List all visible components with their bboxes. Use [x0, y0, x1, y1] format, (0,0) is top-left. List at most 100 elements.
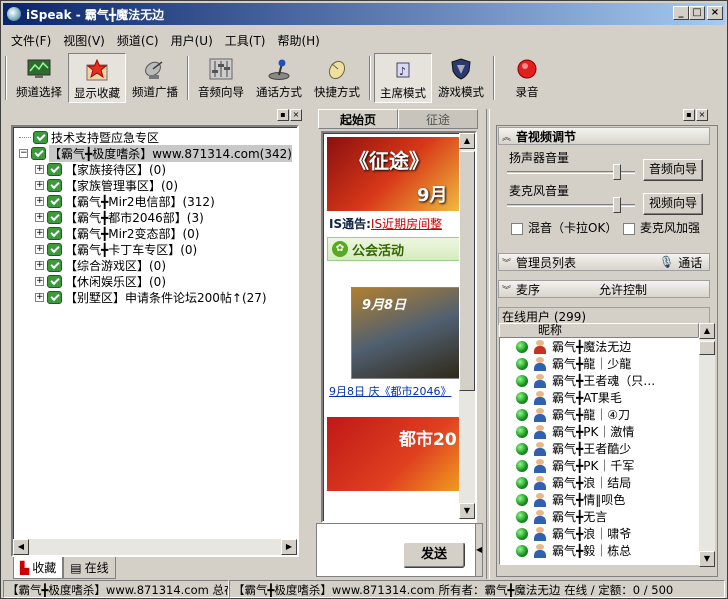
- promo-image[interactable]: 都市20: [327, 417, 463, 491]
- scroll-right-button[interactable]: ▶: [281, 539, 297, 555]
- av-settings-header[interactable]: ︽ 音视频调节: [498, 127, 710, 145]
- minimize-button[interactable]: _: [673, 6, 689, 20]
- expand-toggle[interactable]: ◀: [475, 523, 483, 577]
- menu-help[interactable]: 帮助(H): [271, 32, 325, 49]
- expand-icon[interactable]: +: [35, 228, 44, 238]
- scroll-thumb[interactable]: [459, 151, 475, 391]
- web-vertical-scrollbar[interactable]: ▲ ▼: [459, 133, 475, 519]
- online-status-icon: [516, 544, 528, 557]
- tree-horizontal-scrollbar[interactable]: ◀ ▶: [13, 539, 297, 555]
- tree-root-item[interactable]: 技术支持暨应急专区: [19, 129, 159, 145]
- close-button[interactable]: ×: [707, 6, 723, 20]
- tab-home[interactable]: 起始页: [318, 109, 398, 129]
- tab-online[interactable]: ▤ 在线: [63, 557, 116, 579]
- scroll-left-button[interactable]: ◀: [13, 539, 29, 555]
- shortcut-mode-button[interactable]: 快捷方式: [308, 53, 366, 103]
- host-mode-button[interactable]: ♪ 主席模式: [374, 53, 432, 103]
- event-image[interactable]: 9月8日: [351, 287, 461, 379]
- panel-close-button[interactable]: ×: [696, 109, 708, 121]
- menu-tools[interactable]: 工具(T): [219, 32, 272, 49]
- tree-main-channel[interactable]: − 【霸气╋极度嗜杀】www.871314.com(342): [19, 144, 292, 162]
- user-row[interactable]: 霸气╋PK｜千军: [500, 457, 698, 474]
- scroll-down-button[interactable]: ▼: [459, 503, 475, 519]
- event-link[interactable]: 9月8日 庆《都市2046》: [329, 383, 452, 399]
- expand-icon[interactable]: +: [35, 276, 44, 286]
- scroll-up-button[interactable]: ▲: [459, 133, 475, 149]
- channel-select-button[interactable]: 频道选择: [10, 53, 68, 103]
- show-favorites-button[interactable]: 显示收藏: [68, 53, 126, 103]
- allow-control-toggle[interactable]: 允许控制: [599, 281, 647, 298]
- scroll-up-button[interactable]: ▲: [699, 323, 715, 339]
- tree-channel-item[interactable]: + 【家族接待区】(0): [35, 161, 166, 177]
- web-panel: 起始页 征途 《征途》 9月 IS通告:IS近期房间整 ✿ 公会活动 9月8日: [316, 109, 482, 577]
- user-row[interactable]: 霸气╋龍｜少龍: [500, 355, 698, 372]
- user-row[interactable]: 霸气╋情‖呗色: [500, 491, 698, 508]
- splitter[interactable]: [486, 109, 490, 579]
- message-input[interactable]: 发送: [316, 523, 482, 577]
- banner-image[interactable]: 《征途》 9月: [327, 137, 463, 211]
- menu-user[interactable]: 用户(U): [165, 32, 219, 49]
- send-button[interactable]: 发送: [403, 542, 465, 568]
- talk-mode-button[interactable]: 通话方式: [250, 53, 308, 103]
- mic-boost-checkbox[interactable]: 麦克风加强: [623, 219, 700, 236]
- menu-view[interactable]: 视图(V): [57, 32, 111, 49]
- expand-icon[interactable]: +: [35, 196, 44, 206]
- user-row[interactable]: 霸气╋毅｜栋总: [500, 542, 698, 559]
- panel-pin-button[interactable]: ▪: [683, 109, 695, 121]
- expand-icon[interactable]: +: [35, 244, 44, 254]
- user-row[interactable]: 霸气╋魔法无边: [500, 338, 698, 355]
- expand-icon[interactable]: +: [35, 260, 44, 270]
- audio-wizard-button[interactable]: 音频向导: [192, 53, 250, 103]
- speaker-volume-slider[interactable]: [507, 164, 635, 180]
- user-row[interactable]: 霸气╋浪｜结局: [500, 474, 698, 491]
- record-button[interactable]: 录音: [498, 53, 556, 103]
- tree-channel-item[interactable]: + 【霸气╋卡丁车专区】(0): [35, 241, 197, 257]
- menu-file[interactable]: 文件(F): [5, 32, 57, 49]
- game-mode-button[interactable]: 游戏模式: [432, 53, 490, 103]
- tree-channel-item[interactable]: + 【家族管理事区】(0): [35, 177, 178, 193]
- slider-thumb[interactable]: [612, 164, 621, 180]
- panel-close-button[interactable]: ×: [290, 109, 302, 121]
- karaoke-mix-checkbox[interactable]: 混音（卡拉OK）: [511, 219, 617, 236]
- mic-volume-slider[interactable]: [507, 197, 635, 213]
- scroll-thumb[interactable]: [699, 341, 715, 355]
- menu-channel[interactable]: 频道(C): [111, 32, 165, 49]
- tab-journey[interactable]: 征途: [398, 109, 478, 129]
- userlist-vertical-scrollbar[interactable]: ▲ ▼: [699, 323, 715, 567]
- user-row[interactable]: 霸气╋王者魂（只…: [500, 372, 698, 389]
- video-wizard-button[interactable]: 视频向导: [643, 193, 703, 215]
- panel-pin-button[interactable]: ▪: [277, 109, 289, 121]
- collapse-icon[interactable]: −: [19, 148, 28, 158]
- channel-icon: [47, 258, 62, 272]
- channel-broadcast-button[interactable]: 频道广播: [126, 53, 184, 103]
- tree-channel-item[interactable]: + 【霸气╋Mir2电信部】(312): [35, 193, 215, 209]
- tree-channel-item[interactable]: + 【霸气╋都市2046部】(3): [35, 209, 204, 225]
- user-row[interactable]: 霸气╋王者酷少: [500, 440, 698, 457]
- nickname-column-header[interactable]: 昵称: [499, 323, 699, 338]
- tree-channel-item[interactable]: + 【别墅区】申请条件论坛200帖↑(27): [35, 289, 267, 305]
- expand-icon[interactable]: +: [35, 212, 44, 222]
- user-avatar-icon: [532, 492, 548, 507]
- maximize-button[interactable]: □: [689, 6, 705, 20]
- user-row[interactable]: 霸气╋浪｜啸爷: [500, 525, 698, 542]
- expand-icon[interactable]: +: [35, 164, 44, 174]
- tree-channel-item[interactable]: + 【休闲娱乐区】(0): [35, 273, 166, 289]
- svg-text:♪: ♪: [399, 65, 406, 78]
- call-toggle[interactable]: 🎙 通话: [659, 254, 702, 271]
- user-row[interactable]: 霸气╋PK｜激情: [500, 423, 698, 440]
- user-row[interactable]: 霸气╋AT果毛: [500, 389, 698, 406]
- slider-thumb[interactable]: [612, 197, 621, 213]
- tree-channel-item[interactable]: + 【综合游戏区】(0): [35, 257, 166, 273]
- user-row[interactable]: 霸气╋龍｜④刀: [500, 406, 698, 423]
- tab-favorites[interactable]: ▙ 收藏: [13, 557, 64, 579]
- expand-icon[interactable]: +: [35, 292, 44, 302]
- notice-link[interactable]: IS近期房间整: [371, 217, 442, 231]
- admin-list-header[interactable]: ︾ 管理员列表 🎙 通话: [498, 253, 710, 271]
- channel-icon: [47, 242, 62, 256]
- user-row[interactable]: 霸气╋无言: [500, 508, 698, 525]
- expand-icon[interactable]: +: [35, 180, 44, 190]
- tree-channel-item[interactable]: + 【霸气╋Mir2变态部】(0): [35, 225, 199, 241]
- audio-wizard-button-right[interactable]: 音频向导: [643, 159, 703, 181]
- scroll-down-button[interactable]: ▼: [699, 551, 715, 567]
- queue-header[interactable]: ︾ 麦序 允许控制: [498, 280, 710, 298]
